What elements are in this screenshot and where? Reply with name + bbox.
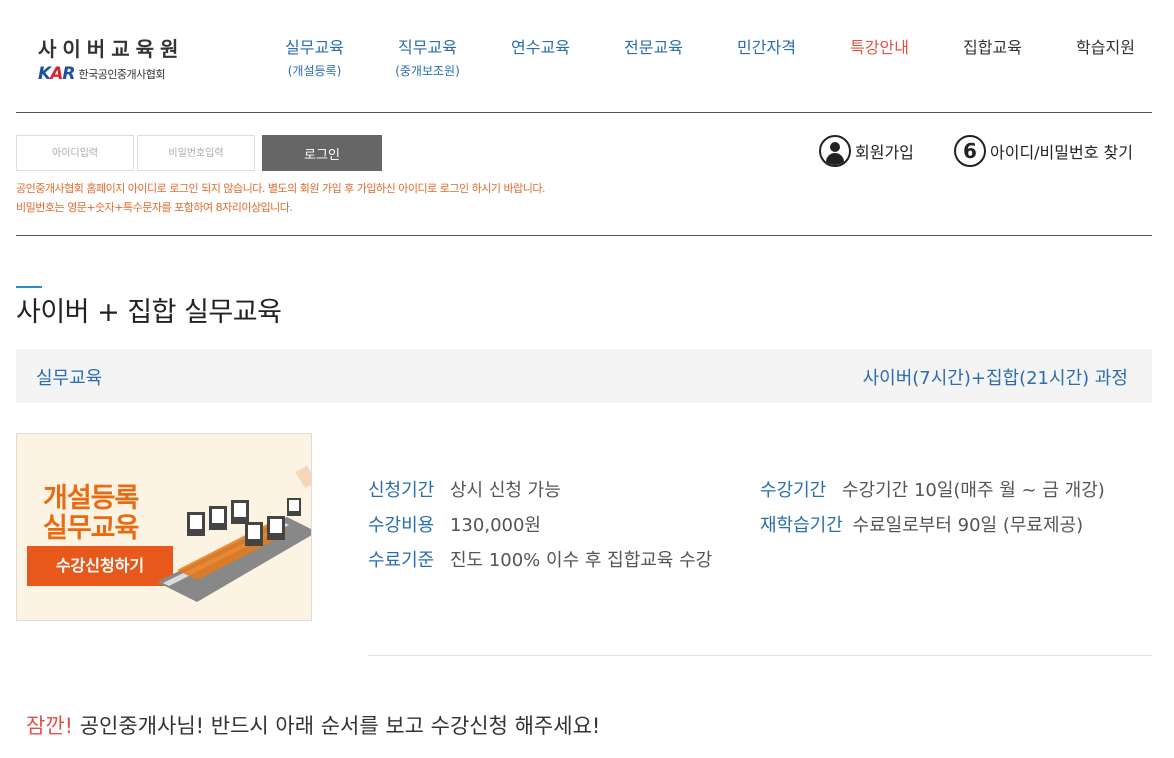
join-link[interactable]: 회원가입: [819, 135, 914, 167]
login-note-line: 공인중개사협회 홈페이지 아이디로 로그인 되지 않습니다. 별도의 회원 가입…: [16, 182, 545, 195]
nav-item-professional-education[interactable]: 전문교육: [597, 34, 710, 79]
nav-item-group-education[interactable]: 집합교육: [936, 34, 1049, 79]
info-value: 수강기간 10일(매주 월 ~ 금 개강): [841, 480, 1105, 501]
notice-text: 공인중개사님! 반드시 아래 순서를 보고 수강신청 해주세요!: [73, 714, 601, 738]
logo-title: 사이버교육원: [38, 37, 185, 61]
nav-item-job-education[interactable]: 직무교육 (중개보조원): [371, 34, 484, 79]
nav-label: 민간자격: [737, 38, 796, 57]
page-title: 사이버 + 집합 실무교육: [16, 297, 282, 328]
nav-label: 특강안내: [850, 38, 909, 57]
nav-item-private-certification[interactable]: 민간자격: [710, 34, 823, 79]
nav-label: 연수교육: [511, 38, 570, 57]
info-study-period: 수강기간 수강기간 10일(매주 월 ~ 금 개강): [760, 476, 1105, 502]
info-value: 진도 100% 이수 후 집합교육 수강: [449, 550, 713, 571]
nav-item-practical-education[interactable]: 실무교육 (개설등록): [258, 34, 371, 79]
logo-sub: KAR 한국공인중개사협회: [38, 64, 184, 84]
person-circle-icon: [819, 135, 851, 167]
nav-item-training-education[interactable]: 연수교육: [484, 34, 597, 79]
course-name: 사이버(7시간)+집합(21시간) 과정: [862, 368, 1128, 389]
id-input[interactable]: [16, 135, 134, 171]
course-category: 실무교육: [36, 368, 103, 389]
nav-sub-label: (개설등록): [287, 64, 342, 78]
login-note-line: 비밀번호는 영문+숫자+특수문자를 포함하여 8자리이상입니다.: [16, 201, 293, 214]
nav-label: 전문교육: [624, 38, 683, 57]
nav-item-special-lecture[interactable]: 특강안내: [823, 34, 936, 79]
info-label: 재학습기간: [760, 515, 843, 536]
site-header: 사이버교육원 KAR 한국공인중개사협회 실무교육 (개설등록) 직무교육 (중…: [16, 0, 1152, 113]
find-account-link[interactable]: 6 아이디/비밀번호 찾기: [954, 135, 1133, 167]
banner-title-line: 실무교육: [43, 513, 139, 544]
nav-label: 학습지원: [1076, 38, 1135, 57]
info-label: 수강비용: [368, 515, 435, 536]
lock-circle-icon: 6: [954, 135, 986, 167]
info-value: 상시 신청 가능: [449, 480, 561, 501]
title-accent-bar: [16, 286, 42, 288]
find-account-label: 아이디/비밀번호 찾기: [990, 143, 1133, 162]
nav-label: 실무교육: [285, 38, 344, 57]
site-logo[interactable]: 사이버교육원 KAR 한국공인중개사협회: [38, 33, 184, 84]
apply-notice: 잠깐! 공인중개사님! 반드시 아래 순서를 보고 수강신청 해주세요!: [26, 710, 600, 740]
join-label: 회원가입: [855, 143, 914, 162]
logo-association: 한국공인중개사협회: [78, 68, 166, 81]
info-relearn-period: 재학습기간 수료일로부터 90일 (무료제공): [760, 511, 1083, 537]
info-fee: 수강비용 130,000원: [368, 511, 541, 537]
section-divider: [368, 655, 1152, 656]
nav-label: 집합교육: [963, 38, 1022, 57]
info-label: 신청기간: [368, 480, 435, 501]
nav-label: 직무교육: [398, 38, 457, 57]
login-area: 로그인 공인중개사협회 홈페이지 아이디로 로그인 되지 않습니다. 별도의 회…: [16, 113, 1152, 236]
nav-item-learning-support[interactable]: 학습지원: [1049, 34, 1162, 79]
apply-banner[interactable]: 개설등록 실무교육 수강신청하기: [16, 433, 312, 621]
login-note: 공인중개사협회 홈페이지 아이디로 로그인 되지 않습니다. 별도의 회원 가입…: [16, 179, 545, 217]
login-button[interactable]: 로그인: [262, 135, 382, 171]
nav-sub-label: (중개보조원): [395, 64, 460, 78]
notice-emphasis: 잠깐!: [26, 714, 74, 738]
info-completion-criteria: 수료기준 진도 100% 이수 후 집합교육 수강: [368, 546, 712, 572]
info-label: 수강기간: [760, 480, 827, 501]
info-label: 수료기준: [368, 550, 435, 571]
main-nav: 실무교육 (개설등록) 직무교육 (중개보조원) 연수교육 전문교육 민간자격 …: [258, 34, 1162, 79]
banner-apply-button[interactable]: 수강신청하기: [27, 546, 173, 586]
kar-logo-icon: KAR: [38, 64, 75, 84]
password-input[interactable]: [137, 135, 255, 171]
info-value: 수료일로부터 90일 (무료제공): [852, 515, 1084, 536]
road-signs-illustration: [157, 466, 311, 602]
info-apply-period: 신청기간 상시 신청 가능: [368, 476, 561, 502]
info-value: 130,000원: [449, 515, 541, 536]
course-band: 실무교육 사이버(7시간)+집합(21시간) 과정: [16, 349, 1152, 403]
